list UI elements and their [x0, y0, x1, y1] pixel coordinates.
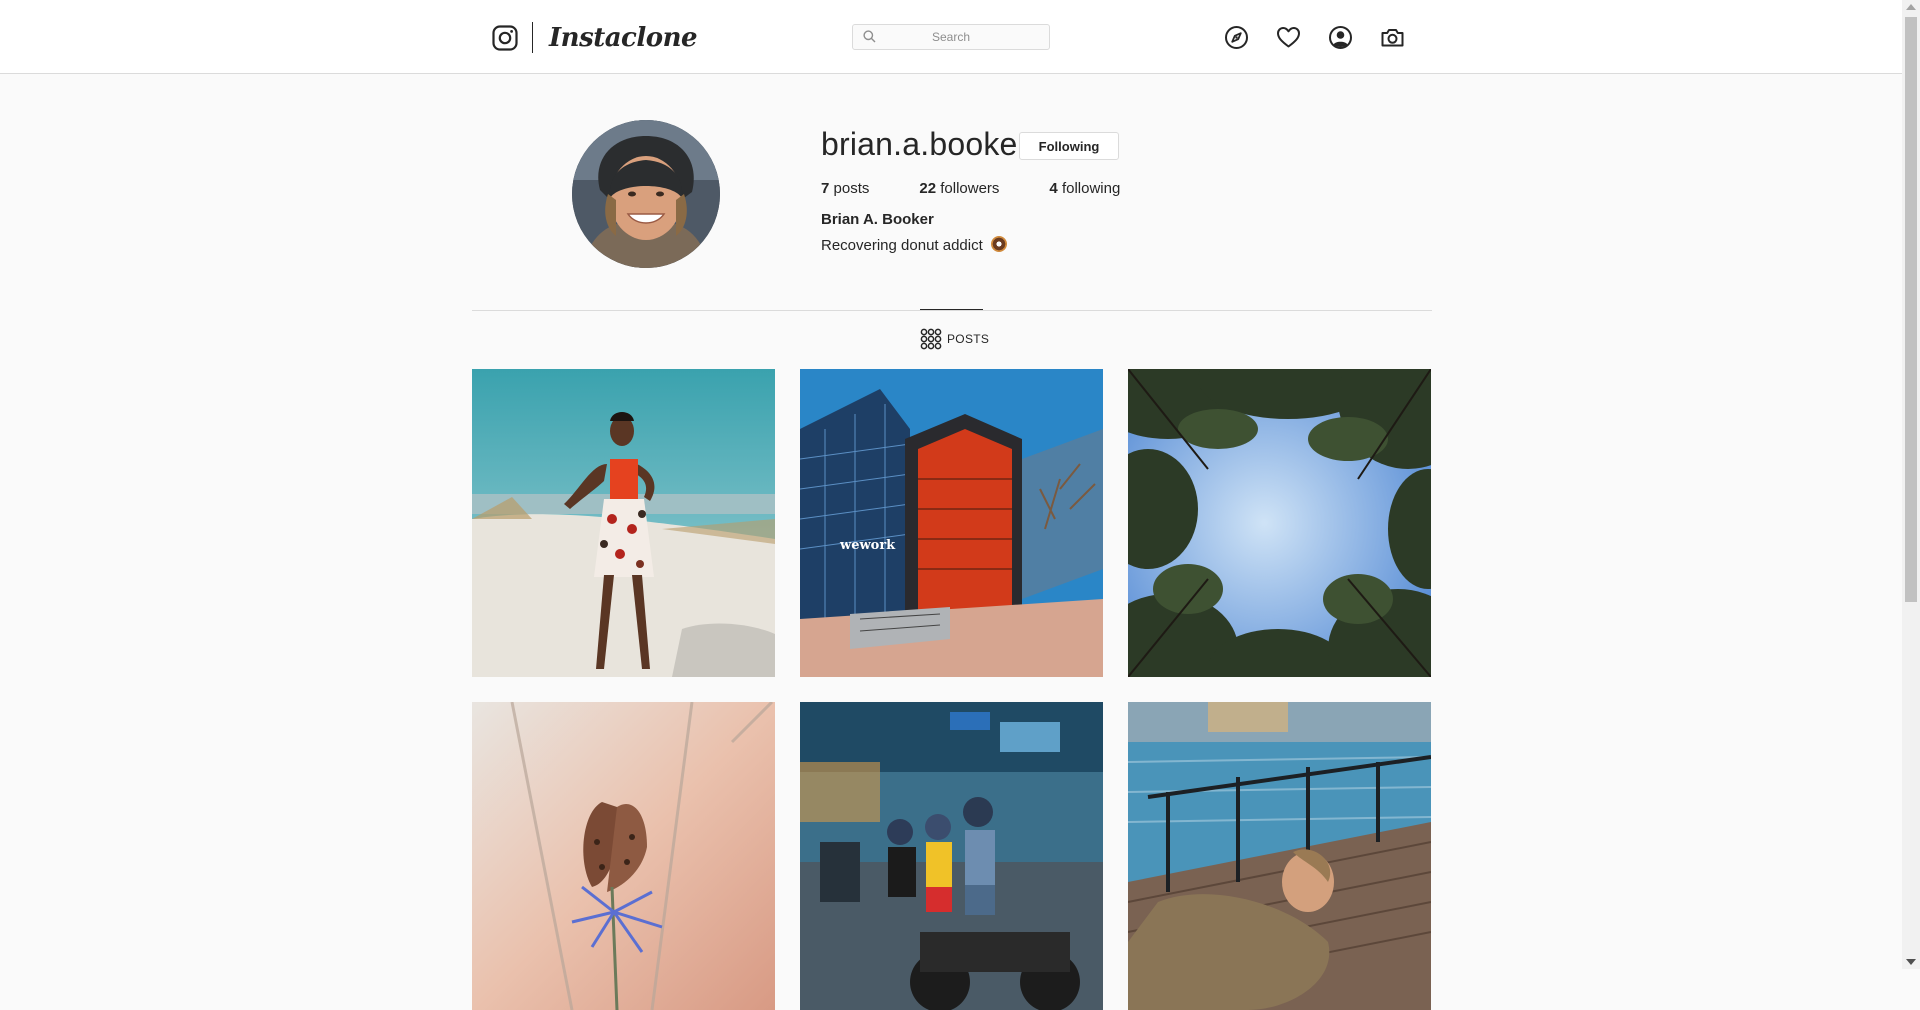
grid-icon [920, 328, 942, 350]
tabs-divider [472, 310, 1432, 311]
tab-posts-label: POSTS [947, 332, 990, 346]
scroll-up-arrow-icon[interactable] [1906, 4, 1916, 10]
page-scrollbar[interactable] [1902, 0, 1920, 969]
post-image: wework [800, 369, 1103, 677]
post-thumbnail[interactable] [1128, 702, 1431, 1010]
stat-posts-label: posts [833, 180, 870, 197]
brand[interactable]: Instaclone [492, 22, 698, 53]
profile-user-icon[interactable] [1328, 25, 1353, 50]
brand-name: Instaclone [549, 22, 698, 53]
post-image [472, 702, 775, 1010]
post-thumbnail[interactable] [800, 702, 1103, 1010]
post-thumbnail[interactable] [472, 702, 775, 1010]
post-image [472, 369, 775, 677]
scroll-down-arrow-icon[interactable] [1906, 959, 1916, 965]
top-navigation-bar: Instaclone [0, 0, 1902, 74]
profile-full-name: Brian A. Booker [821, 211, 934, 228]
post-thumbnail[interactable] [1128, 369, 1431, 677]
profile-bio: Recovering donut addict [821, 236, 1007, 254]
post-thumbnail[interactable]: wework [800, 369, 1103, 677]
following-button[interactable]: Following [1019, 132, 1119, 160]
profile-stats: 7 posts 22 followers 4 following [821, 180, 1170, 197]
stat-posts-count: 7 [821, 180, 830, 197]
search-input[interactable] [853, 25, 1049, 49]
post-image [800, 702, 1103, 1010]
explore-compass-icon[interactable] [1224, 25, 1249, 50]
stat-following[interactable]: 4 following [1049, 180, 1120, 197]
scroll-thumb[interactable] [1905, 17, 1917, 602]
search-box[interactable] [852, 24, 1050, 50]
stat-following-label: following [1061, 180, 1121, 197]
donut-emoji-icon [990, 236, 1007, 252]
stat-following-count: 4 [1049, 180, 1058, 197]
brand-divider [532, 22, 533, 53]
stat-followers[interactable]: 22 followers [919, 180, 999, 197]
profile-username: brian.a.booker [821, 126, 1029, 162]
active-tab-indicator [920, 309, 983, 310]
nav-icons [1224, 25, 1432, 50]
stat-followers-count: 22 [919, 180, 937, 197]
activity-heart-icon[interactable] [1276, 25, 1301, 50]
profile-avatar[interactable] [572, 120, 720, 268]
post-image [1128, 369, 1431, 677]
post-image [1128, 702, 1431, 1010]
stat-followers-label: followers [940, 180, 1000, 197]
stat-posts[interactable]: 7 posts [821, 180, 869, 197]
instagram-logo-icon [492, 24, 518, 51]
post-thumbnail[interactable] [472, 369, 775, 677]
camera-icon[interactable] [1380, 25, 1405, 50]
profile-bio-text: Recovering donut addict [821, 237, 983, 254]
tab-posts[interactable]: POSTS [920, 328, 989, 350]
svg-text:wework: wework [839, 538, 896, 553]
